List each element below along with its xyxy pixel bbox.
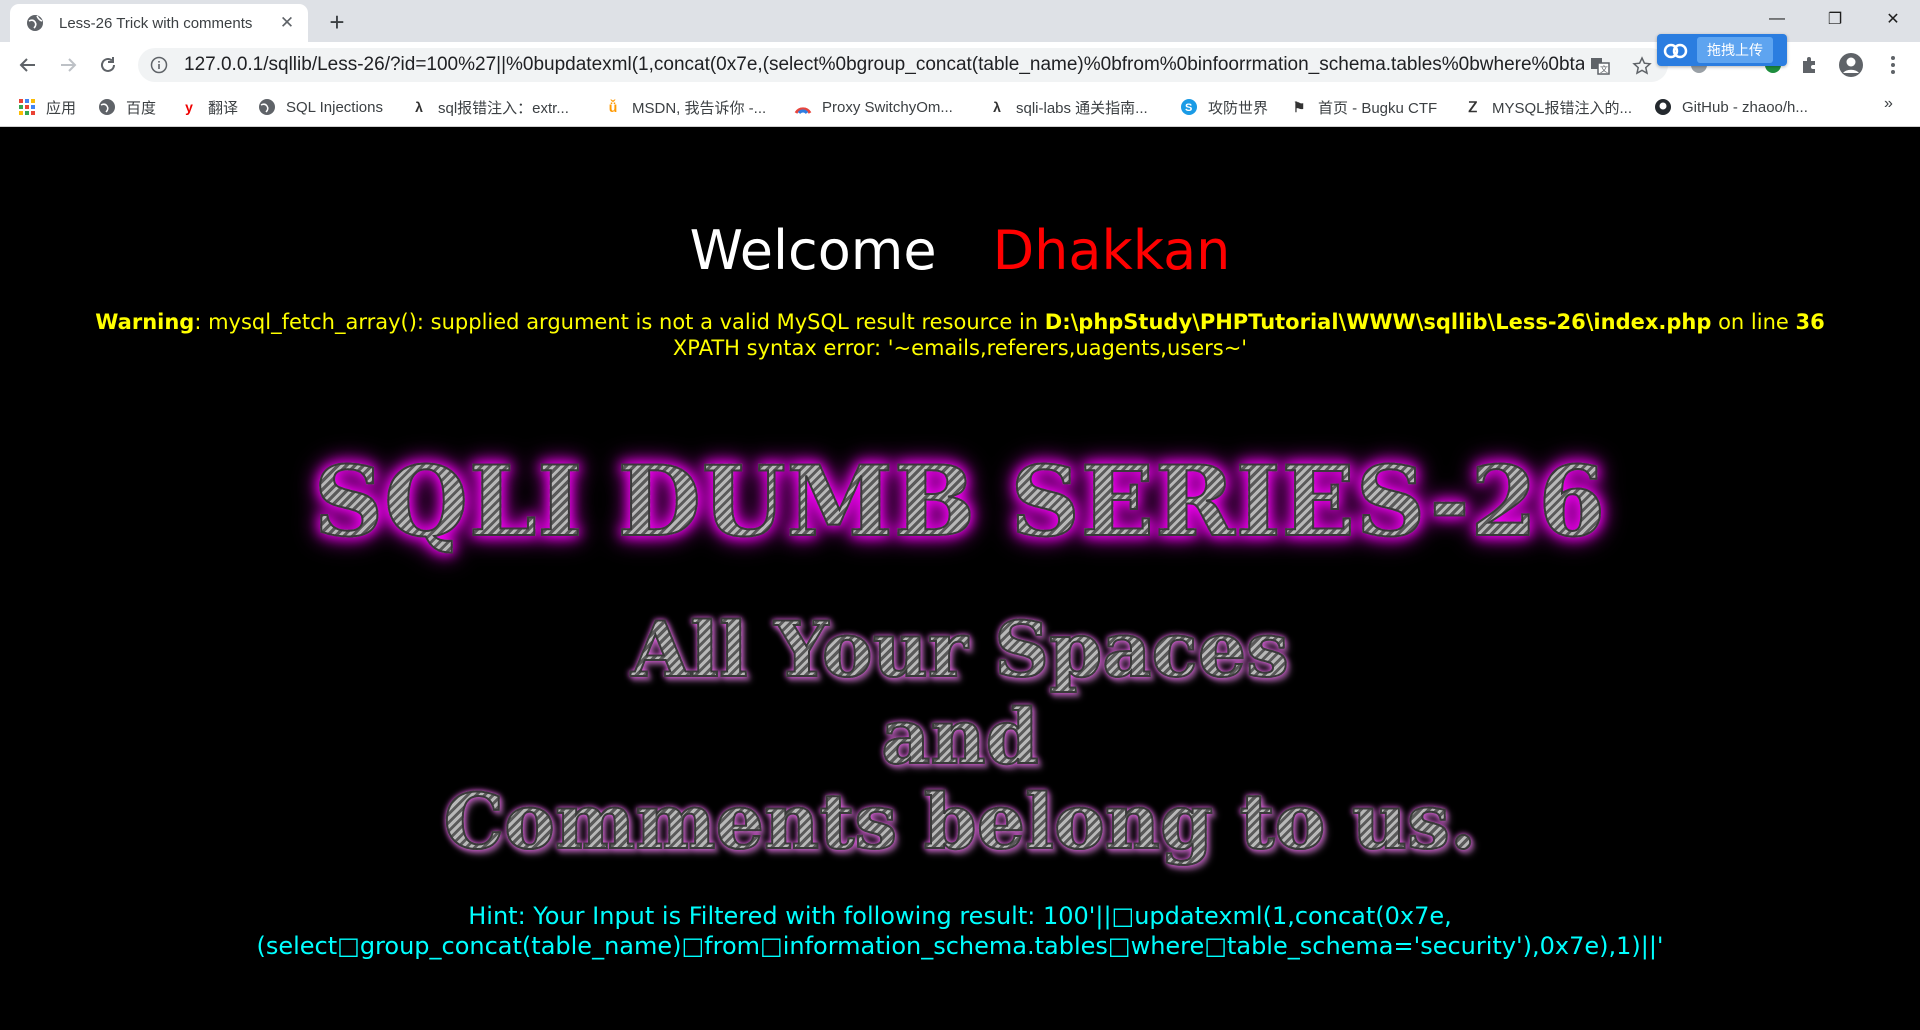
bookmark-label: sqli-labs 通关指南... [1016, 99, 1148, 117]
restore-button[interactable]: ❐ [1806, 0, 1864, 38]
profile-avatar-icon[interactable] [1838, 52, 1864, 78]
bookmark-adworld[interactable]: S 攻防世界 [1180, 96, 1268, 118]
php-warning: Warning: mysql_fetch_array(): supplied a… [0, 309, 1920, 361]
filter-hint: Hint: Your Input is Filtered with follow… [0, 901, 1920, 961]
warning-path: D:\phpStudy\PHPTutorial\WWW\sqllib\Less-… [1044, 310, 1712, 334]
bookmark-label: 应用 [46, 99, 77, 117]
info-icon[interactable] [150, 56, 168, 74]
back-button[interactable] [12, 49, 44, 81]
bookmark-label: 百度 [126, 99, 157, 117]
browser-toolbar: 127.0.0.1/sqllib/Less-26/?id=100%27||%0b… [0, 42, 1920, 88]
bookmark-github[interactable]: GitHub - zhaoo/h... [1654, 96, 1808, 118]
warning-line-number: 36 [1795, 310, 1825, 334]
svg-text:文: 文 [1600, 64, 1608, 74]
globe-icon [99, 99, 115, 115]
address-bar[interactable]: 127.0.0.1/sqllib/Less-26/?id=100%27||%0b… [138, 48, 1668, 82]
lambda-icon: λ [415, 99, 423, 115]
switchyomega-icon [794, 107, 812, 115]
url-text[interactable]: 127.0.0.1/sqllib/Less-26/?id=100%27||%0b… [184, 54, 1584, 76]
bookmark-label: sql报错注入：extr... [438, 99, 569, 117]
translate-icon[interactable]: 文 [1590, 56, 1610, 76]
zhihu-icon: Ꮓ [1468, 98, 1478, 115]
warning-text: : mysql_fetch_array(): supplied argument… [194, 310, 1045, 334]
arrow-left-icon [19, 58, 35, 72]
bookmark-msdn[interactable]: ǚ MSDN, 我告诉你 -... [604, 96, 766, 118]
tab-close-icon[interactable]: ✕ [274, 10, 300, 36]
minimize-button[interactable]: — [1748, 0, 1806, 38]
cloud-upload-icon [1663, 43, 1688, 59]
reload-button[interactable] [92, 49, 124, 81]
arrow-right-icon [61, 58, 77, 72]
bookmark-label: MSDN, 我告诉你 -... [632, 99, 767, 117]
bookmarks-overflow-chevron-icon[interactable]: » [1884, 95, 1893, 113]
bookmark-label: MYSQL报错注入的... [1492, 99, 1633, 117]
msdn-icon: ǚ [608, 99, 618, 115]
hint-line-2: (select□group_concat(table_name)□from□in… [256, 932, 1664, 960]
bookmark-sqli-labs-guide[interactable]: λ sqli-labs 通关指南... [988, 96, 1148, 118]
user-name: Dhakkan [992, 219, 1231, 282]
close-window-button[interactable]: ✕ [1864, 0, 1920, 38]
tab-strip: Less-26 Trick with comments ✕ + — ❐ ✕ [0, 0, 1920, 42]
slogan-line-2: and [0, 691, 1920, 782]
warning-online: on line [1711, 310, 1796, 334]
bookmark-bugku[interactable]: ⚑ 首页 - Bugku CTF [1290, 96, 1437, 118]
warning-line: Warning: mysql_fetch_array(): supplied a… [0, 309, 1920, 335]
bookmark-label: 首页 - Bugku CTF [1318, 99, 1438, 117]
slogan-line-1: All Your Spaces [0, 604, 1920, 695]
bookmark-label: Proxy SwitchyOm... [822, 98, 953, 116]
reload-icon [101, 57, 115, 72]
extensions-puzzle-icon[interactable] [1797, 52, 1823, 78]
bookmark-label: 翻译 [208, 99, 239, 117]
bookmarks-bar: 应用 百度 y 翻译 SQL Injections λ sql报错注入：extr… [0, 88, 1920, 127]
hint-line-1: Hint: Your Input is Filtered with follow… [468, 902, 1452, 930]
bookmark-apps[interactable]: 应用 [18, 96, 76, 118]
browser-tab[interactable]: Less-26 Trick with comments ✕ [10, 4, 308, 42]
bookmark-label: GitHub - zhaoo/h... [1682, 98, 1808, 116]
tab-title: Less-26 Trick with comments [59, 14, 253, 32]
bookmark-label: 攻防世界 [1208, 99, 1269, 117]
adworld-icon: S [1181, 99, 1197, 115]
welcome-heading: Welcome Dhakkan [0, 219, 1920, 282]
upload-popup-label[interactable]: 拖拽上传 [1697, 37, 1773, 63]
warning-label: Warning [95, 310, 195, 334]
bookmark-translate[interactable]: y 翻译 [180, 96, 238, 118]
series-title-banner: SQLI DUMB SERIES-26 [0, 444, 1920, 559]
bookmark-sql-error-injection[interactable]: λ sql报错注入：extr... [410, 96, 569, 118]
bookmark-baidu[interactable]: 百度 [98, 96, 156, 118]
new-tab-button[interactable]: + [322, 7, 352, 37]
globe-icon [27, 15, 43, 31]
bookmark-star-icon[interactable] [1632, 56, 1652, 76]
menu-kebab-icon[interactable] [1880, 52, 1906, 78]
upload-extension-popup[interactable]: 拖拽上传 [1657, 34, 1787, 66]
slogan-line-3: Comments belong to us. [0, 776, 1920, 867]
apps-grid-icon [19, 99, 35, 115]
bookmark-mysql-error[interactable]: Ꮓ MYSQL报错注入的... [1464, 96, 1632, 118]
welcome-text: Welcome [689, 219, 937, 282]
youdao-icon: y [185, 99, 193, 115]
bookmark-label: SQL Injections [286, 98, 383, 116]
github-icon [1655, 99, 1671, 115]
forward-button[interactable] [52, 49, 84, 81]
bookmark-sql-injections[interactable]: SQL Injections [258, 96, 383, 118]
xpath-error: XPATH syntax error: '~emails,referers,ua… [672, 336, 1248, 360]
page-content: Welcome Dhakkan Warning: mysql_fetch_arra… [0, 127, 1920, 1030]
flag-icon: ⚑ [1292, 98, 1306, 115]
svg-text:S: S [1185, 102, 1192, 114]
lambda-icon: λ [993, 99, 1001, 115]
globe-icon [259, 99, 275, 115]
bookmark-switchyomega[interactable]: Proxy SwitchyOm... [794, 96, 953, 118]
